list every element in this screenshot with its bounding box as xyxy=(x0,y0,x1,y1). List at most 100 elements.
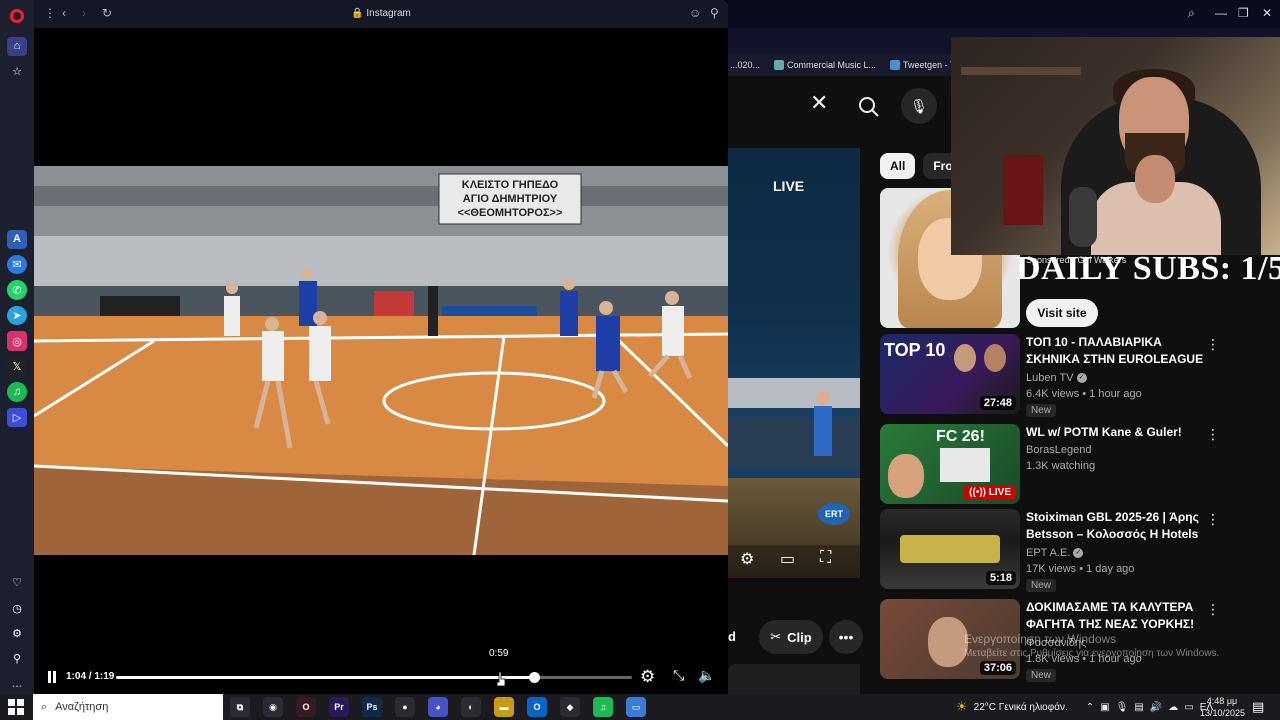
fullscreen-icon[interactable]: ⛶ xyxy=(820,549,831,567)
premiere-icon[interactable]: Pr xyxy=(329,697,349,717)
task-view-icon[interactable]: ⧉ xyxy=(230,697,250,717)
list-item[interactable]: TOP 10 27:48 ΤΟΠ 10 - ΠΑΛΑΒΙΑΡΙΚΑ ΣΚΗΝΙΚ… xyxy=(880,334,1270,417)
instagram-icon[interactable]: ◎ xyxy=(7,331,27,351)
search-icon[interactable]: ⌕ xyxy=(1188,6,1195,21)
tray-mic-icon[interactable]: 🎙 xyxy=(1116,702,1129,713)
video-title[interactable]: Stoiximan GBL 2025-26 | Άρης Betsson – Κ… xyxy=(1026,509,1204,543)
video-title[interactable]: ΤΟΠ 10 - ΠΑΛΑΒΙΑΡΙΚΑ ΣΚΗΝΙΚΑ ΣΤΗΝ EUROLE… xyxy=(1026,334,1204,368)
reload-icon[interactable]: ↻ xyxy=(102,6,112,20)
channel-name[interactable]: BorasLegend xyxy=(1026,444,1091,456)
poster xyxy=(1003,155,1043,225)
back-icon[interactable]: ‹ xyxy=(62,6,66,20)
settings-icon[interactable]: ⚙ xyxy=(7,624,27,643)
blender-icon[interactable]: ◐ xyxy=(461,697,481,717)
list-item[interactable]: FC 26! ((•)) LIVE WL w/ POTM Kane & Gule… xyxy=(880,424,1270,504)
chip-all[interactable]: All xyxy=(880,153,916,179)
thumb-scoreboard xyxy=(900,535,1000,563)
x-twitter-icon[interactable]: 𝕏 xyxy=(7,356,27,377)
settings-gear-icon[interactable]: ⚙ xyxy=(740,549,754,569)
aria-icon[interactable]: A xyxy=(7,229,27,250)
volume-icon[interactable]: 🔈 xyxy=(698,667,715,684)
channel-name[interactable]: EPT A.E. ✓ xyxy=(1026,547,1084,559)
forward-icon[interactable]: › xyxy=(82,6,86,20)
spotify-icon[interactable]: ♫ xyxy=(593,697,613,717)
tray-volume-icon[interactable]: 🔊 xyxy=(1150,702,1162,713)
opera-icon[interactable]: O xyxy=(296,697,316,717)
pin-icon[interactable]: ⚲ xyxy=(710,6,719,20)
chrome-icon[interactable]: ◉ xyxy=(263,697,283,717)
taskbar-clock[interactable]: 4:48 μμ 13/10/2025 xyxy=(1200,695,1245,719)
more-actions-button[interactable]: ••• xyxy=(829,620,863,654)
app-extra-icon[interactable]: ◆ xyxy=(560,697,580,717)
video-title[interactable]: ΔΟΚΙΜΑΣΑΜΕ ΤΑ ΚΑΛΥΤΕΡΑ ΦΑΓΗΤΑ ΤΗΣ ΝΕΑΣ Υ… xyxy=(1026,599,1204,633)
ert-logo: ERT xyxy=(818,503,850,525)
seek-bar[interactable] xyxy=(116,672,632,683)
bookmark-item[interactable]: ...020... xyxy=(730,60,760,70)
tray-app-icon[interactable]: ▣ xyxy=(1100,702,1109,713)
video-title[interactable]: WL w/ POTM Kane & Guler! xyxy=(1026,424,1204,441)
action-label-partial[interactable]: d xyxy=(728,629,736,644)
outlook-icon[interactable]: O xyxy=(527,697,547,717)
video-thumbnail[interactable]: FC 26! ((•)) LIVE xyxy=(880,424,1020,504)
microphone-icon[interactable]: 🎙 xyxy=(901,88,937,124)
bookmark-icon xyxy=(774,60,785,71)
obs-icon[interactable]: ● xyxy=(395,697,415,717)
home-icon[interactable]: ⌂ xyxy=(7,36,27,57)
channel-name[interactable]: Luben TV ✓ xyxy=(1026,372,1087,384)
clip-button[interactable]: ✂ Clip xyxy=(759,620,823,654)
bookmark-item[interactable]: Commercial Music L... xyxy=(774,60,876,71)
star-icon[interactable]: ☆ xyxy=(7,62,27,81)
clear-search-icon[interactable]: ✕ xyxy=(810,90,828,116)
notifications-icon[interactable]: ▤ xyxy=(1252,699,1264,715)
shelf xyxy=(961,67,1081,75)
more-horizontal-icon: ••• xyxy=(838,629,854,645)
close-icon[interactable]: ✕ xyxy=(1262,6,1272,20)
history-icon[interactable]: ◷ xyxy=(7,598,27,617)
tray-cloud-icon[interactable]: ☁ xyxy=(1168,702,1178,713)
more-vertical-icon[interactable]: ⋮ xyxy=(1206,511,1220,528)
search-icon[interactable] xyxy=(850,90,890,130)
exit-fullscreen-icon[interactable]: ⤡ xyxy=(673,667,684,684)
theater-mode-icon[interactable]: ▭ xyxy=(780,549,795,569)
video-thumbnail[interactable]: TOP 10 27:48 xyxy=(880,334,1020,414)
weather-text[interactable]: 22°C Γενικά ηλιοφάν. xyxy=(974,702,1068,713)
comment-bar xyxy=(728,664,860,694)
tray-network-icon[interactable]: ▤ xyxy=(1134,702,1143,713)
new-badge: New xyxy=(1026,669,1057,682)
more-vertical-icon[interactable]: ⋮ xyxy=(1206,336,1220,353)
video-thumbnail[interactable]: 5:18 xyxy=(880,509,1020,589)
tips-icon[interactable]: ⚲ xyxy=(7,649,27,668)
telegram-icon[interactable]: ➤ xyxy=(7,305,27,326)
instagram-video[interactable]: ΚΛΕΙΣΤΟ ΓΗΠΕΔΟ ΑΓΙΟ ΔΗΜΗΤΡΙΟΥ <<ΘΕΟΜΗΤΟΡ… xyxy=(34,166,728,555)
discord-icon[interactable]: ◕ xyxy=(428,697,448,717)
messenger-icon[interactable]: ✉ xyxy=(7,255,27,275)
whatsapp-icon[interactable]: ✆ xyxy=(7,280,27,300)
explorer-icon[interactable]: ▬ xyxy=(494,697,514,717)
menu-icon[interactable]: ⋮ xyxy=(44,6,56,20)
opera-logo-icon[interactable] xyxy=(10,9,24,23)
seek-handle[interactable] xyxy=(528,672,540,683)
photoshop-icon[interactable]: Ps xyxy=(362,697,382,717)
settings-gear-icon[interactable]: ⚙ xyxy=(640,667,655,687)
more-vertical-icon[interactable]: ⋮ xyxy=(1206,601,1220,618)
streamer-hand xyxy=(1135,155,1175,203)
spotify-icon[interactable]: ♫ xyxy=(7,382,27,402)
windows-activation-hint: Μεταβείτε στις Ρυθμίσεις για ενεργοποίησ… xyxy=(964,648,1220,659)
restore-icon[interactable]: ❐ xyxy=(1238,6,1249,20)
daily-subs-overlay: DAILY SUBS: 1/5 xyxy=(1016,250,1280,287)
tray-chevron-icon[interactable]: ⌃ xyxy=(1086,702,1094,713)
list-item[interactable]: 5:18 Stoiximan GBL 2025-26 | Άρης Betsso… xyxy=(880,509,1270,592)
taskbar-search-box[interactable]: ⌕ Αναζήτηση xyxy=(33,694,223,720)
visit-site-button[interactable]: Visit site xyxy=(1026,299,1098,327)
emoji-icon[interactable]: ☺ xyxy=(689,6,701,20)
tray-display-icon[interactable]: ▭ xyxy=(1184,702,1193,713)
heart-icon[interactable]: ♡ xyxy=(7,573,27,592)
pause-icon[interactable] xyxy=(47,671,57,683)
more-icon[interactable]: … xyxy=(7,675,27,694)
windows-start-icon[interactable] xyxy=(8,699,24,715)
more-vertical-icon[interactable]: ⋮ xyxy=(1206,426,1220,443)
player-icon[interactable]: ▷ xyxy=(7,407,27,427)
youtube-main-video[interactable]: LIVE ERT xyxy=(728,148,860,578)
minimize-icon[interactable]: — xyxy=(1215,6,1227,20)
app-blue-icon[interactable]: ▭ xyxy=(626,697,646,717)
